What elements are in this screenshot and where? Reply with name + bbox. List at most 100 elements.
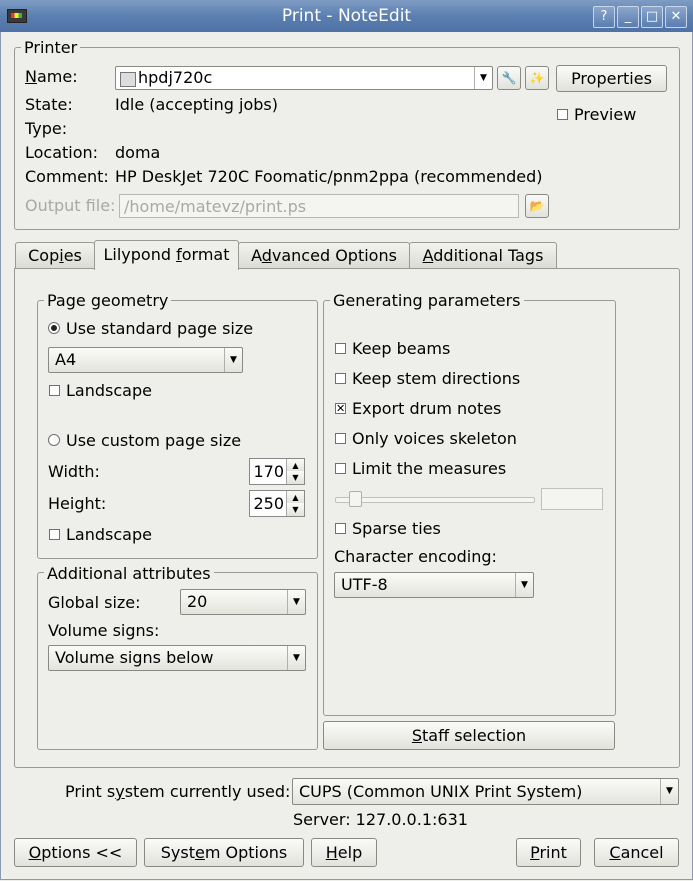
options-label: Options <<	[28, 843, 123, 862]
comment-value: HP DeskJet 720C Foomatic/pnm2ppa (recomm…	[115, 167, 543, 186]
chevron-down-icon: ▼	[474, 67, 492, 89]
state-label: State:	[25, 95, 73, 114]
printer-icon	[120, 72, 136, 87]
encoding-label: Character encoding:	[334, 547, 497, 566]
export-drum-checkbox[interactable]: ✕	[335, 403, 346, 414]
wand-icon: ✨	[529, 71, 545, 85]
limit-measures-checkbox[interactable]	[335, 463, 346, 474]
tab-copies-label: Copies	[28, 246, 82, 265]
close-button[interactable]: ✕	[665, 6, 687, 28]
volume-signs-label: Volume signs:	[48, 621, 160, 640]
state-value: Idle (accepting jobs)	[115, 95, 278, 114]
height-value: 250	[253, 494, 284, 513]
page-geometry-legend: Page geometry	[44, 291, 172, 310]
standard-size-label[interactable]: Use standard page size	[66, 319, 253, 338]
comment-label: Comment:	[25, 167, 109, 186]
help-title-button[interactable]: ?	[593, 6, 615, 28]
help-label: Help	[325, 843, 363, 862]
staff-selection-button[interactable]: Staff selection	[323, 721, 615, 750]
limit-measures-label[interactable]: Limit the measures	[352, 459, 506, 478]
height-spinbox[interactable]: 250 ▲ ▼	[249, 490, 305, 517]
standard-size-radio[interactable]	[48, 322, 60, 334]
keep-stem-label[interactable]: Keep stem directions	[352, 369, 520, 388]
properties-button[interactable]: Properties	[556, 65, 667, 92]
printer-wizard-button[interactable]: ✨	[525, 66, 549, 90]
wrench-icon: 🔧	[501, 71, 517, 85]
output-file-label: Output file:	[25, 196, 116, 215]
title-bar: Print - NoteEdit ? _ □ ✕	[0, 0, 693, 32]
measures-input[interactable]	[541, 488, 603, 510]
landscape-checkbox-2[interactable]	[49, 529, 60, 540]
minimize-button[interactable]: _	[617, 6, 639, 28]
printer-name-combo[interactable]: hpdj720c ▼	[115, 66, 493, 90]
keep-beams-checkbox[interactable]	[335, 343, 346, 354]
custom-size-radio[interactable]	[48, 434, 60, 446]
printer-tool-button[interactable]: 🔧	[497, 66, 521, 90]
tab-additional-tags[interactable]: Additional Tags	[409, 242, 557, 268]
maximize-button[interactable]: □	[641, 6, 663, 28]
landscape-label-2[interactable]: Landscape	[66, 525, 152, 544]
print-button[interactable]: Print	[516, 838, 581, 867]
system-options-button[interactable]: System Options	[144, 838, 304, 867]
type-label: Type:	[25, 119, 68, 138]
window-title: Print - NoteEdit	[281, 6, 412, 26]
encoding-combo[interactable]: UTF-8 ▼	[334, 572, 534, 598]
print-system-value: CUPS (Common UNIX Print System)	[299, 782, 583, 801]
only-voices-checkbox[interactable]	[335, 433, 346, 444]
keep-stem-checkbox[interactable]	[335, 373, 346, 384]
help-button[interactable]: Help	[311, 838, 377, 867]
properties-label: Properties	[571, 69, 652, 88]
landscape-checkbox-1[interactable]	[49, 385, 60, 396]
chevron-down-icon: ▼	[287, 646, 305, 670]
sparse-ties-label[interactable]: Sparse ties	[352, 519, 441, 538]
print-system-combo[interactable]: CUPS (Common UNIX Print System) ▼	[292, 778, 679, 805]
tab-copies[interactable]: Copies	[15, 242, 95, 268]
measures-slider-handle[interactable]	[349, 491, 362, 507]
printer-legend: Printer	[21, 38, 81, 57]
location-value: doma	[115, 143, 161, 162]
measures-slider-track[interactable]	[335, 497, 535, 503]
tab-advanced-options[interactable]: Advanced Options	[238, 242, 410, 268]
page-size-combo[interactable]: A4 ▼	[48, 347, 243, 373]
browse-button[interactable]: 📂	[525, 194, 549, 218]
width-label: Width:	[48, 462, 100, 481]
chevron-down-icon: ▼	[224, 348, 242, 372]
spin-down-icon[interactable]: ▼	[286, 503, 304, 516]
print-label: Print	[530, 843, 567, 862]
chevron-down-icon: ▼	[287, 590, 305, 614]
folder-icon: 📂	[529, 199, 545, 213]
sparse-ties-checkbox[interactable]	[335, 523, 346, 534]
keep-beams-label[interactable]: Keep beams	[352, 339, 450, 358]
width-spinbox[interactable]: 170 ▲ ▼	[249, 458, 305, 485]
tab-lilypond-format[interactable]: Lilypond format	[94, 240, 239, 270]
cancel-label: Cancel	[609, 843, 664, 862]
additional-attributes-legend: Additional attributes	[44, 564, 214, 583]
chevron-down-icon: ▼	[660, 779, 678, 804]
chevron-down-icon: ▼	[515, 573, 533, 597]
global-size-value: 20	[187, 592, 208, 611]
page-size-value: A4	[55, 350, 77, 369]
spin-down-icon[interactable]: ▼	[286, 471, 304, 484]
volume-signs-combo[interactable]: Volume signs below ▼	[48, 645, 306, 671]
output-file-input[interactable]: /home/matevz/print.ps	[119, 194, 519, 218]
options-button[interactable]: Options <<	[14, 838, 137, 867]
tab-advanced-label: Advanced Options	[251, 246, 397, 265]
custom-size-label[interactable]: Use custom page size	[66, 431, 241, 450]
output-file-value: /home/matevz/print.ps	[124, 197, 307, 216]
width-value: 170	[253, 462, 284, 481]
global-size-combo[interactable]: 20 ▼	[180, 589, 306, 615]
export-drum-label[interactable]: Export drum notes	[352, 399, 501, 418]
print-system-label: Print system currently used:	[65, 782, 291, 801]
landscape-label-1[interactable]: Landscape	[66, 381, 152, 400]
printer-name-value: hpdj720c	[138, 68, 213, 87]
tab-lilypond-label: Lilypond format	[103, 245, 230, 264]
global-size-label: Global size:	[48, 593, 141, 612]
cancel-button[interactable]: Cancel	[594, 838, 679, 867]
page-geometry-group	[37, 300, 318, 559]
preview-label[interactable]: Preview	[574, 105, 636, 124]
tab-additional-label: Additional Tags	[422, 246, 544, 265]
only-voices-label[interactable]: Only voices skeleton	[352, 429, 517, 448]
location-label: Location:	[25, 143, 99, 162]
preview-checkbox[interactable]	[557, 109, 568, 120]
name-label: Name:	[25, 67, 78, 86]
